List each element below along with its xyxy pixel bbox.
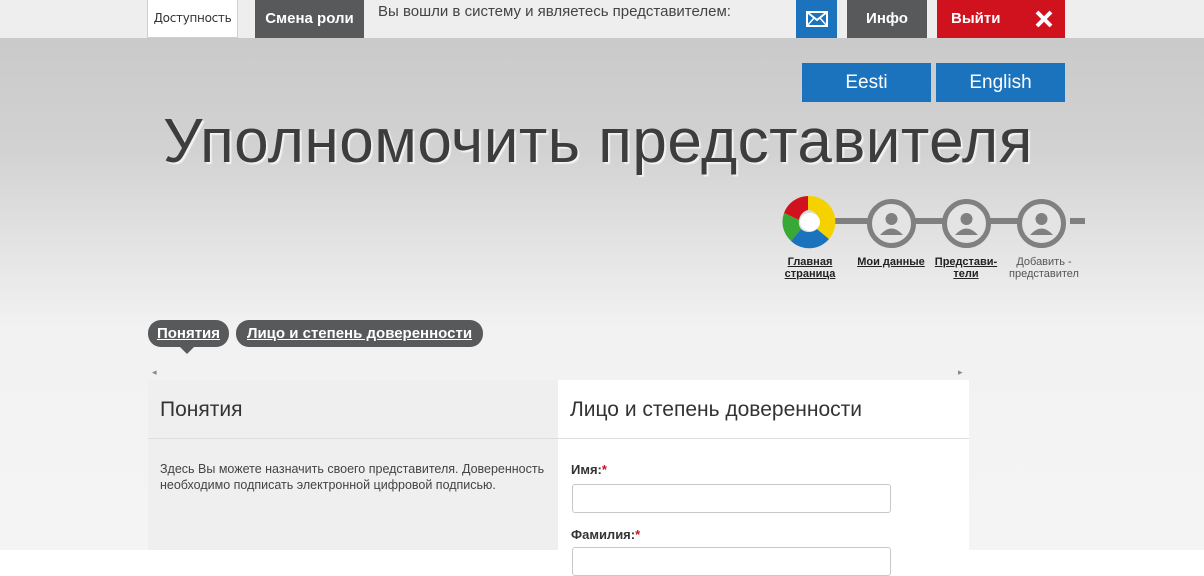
person-authority-title: Лицо и степень доверенности <box>570 398 862 421</box>
login-status-text: Вы вошли в систему и являетесь представи… <box>378 3 731 20</box>
mail-button[interactable] <box>796 0 837 38</box>
envelope-icon <box>805 11 828 27</box>
logout-button[interactable]: Выйти <box>937 0 1065 38</box>
page-title: Уполномочить представителя <box>163 107 1033 176</box>
steps-connector-tail <box>1070 218 1085 224</box>
last-name-label: Фамилия:* <box>571 527 641 542</box>
logout-label: Выйти <box>951 10 1001 27</box>
scroll-right-arrow[interactable]: ▸ <box>958 367 963 378</box>
accessibility-button[interactable]: Доступность <box>147 0 238 38</box>
divider <box>558 438 969 439</box>
info-button[interactable]: Инфо <box>847 0 927 38</box>
first-name-field[interactable] <box>572 484 891 513</box>
scroll-left-arrow[interactable]: ◂ <box>152 367 157 378</box>
last-name-field[interactable] <box>572 547 891 576</box>
person-authority-panel: Лицо и степень доверенности Имя:* Фамили… <box>558 380 969 576</box>
close-icon <box>1035 10 1053 28</box>
home-logo-icon[interactable] <box>779 193 837 251</box>
first-name-label: Имя:* <box>571 462 607 477</box>
step-home-label[interactable]: Главная страница <box>780 256 840 280</box>
concepts-description: Здесь Вы можете назначить своего предста… <box>160 462 545 492</box>
step-my-data-icon[interactable] <box>867 199 916 248</box>
language-eesti-button[interactable]: Eesti <box>802 63 931 102</box>
step-representatives-icon[interactable] <box>942 199 991 248</box>
tab-concepts[interactable]: Понятия <box>148 320 229 347</box>
active-tab-pointer <box>180 347 194 354</box>
top-bar: Доступность Смена роли Вы вошли в систем… <box>0 0 1204 38</box>
step-add-representative-label: Добавить - представител <box>1009 256 1079 280</box>
step-add-representative-icon <box>1017 199 1066 248</box>
change-role-button[interactable]: Смена роли <box>255 0 364 38</box>
concepts-panel: Понятия Здесь Вы можете назначить своего… <box>148 380 558 550</box>
divider <box>148 438 558 439</box>
language-english-button[interactable]: English <box>936 63 1065 102</box>
concepts-title: Понятия <box>160 398 243 421</box>
progress-steps: Главная страница Мои данные Представи-тел… <box>775 188 1085 288</box>
step-representatives-label[interactable]: Представи-тели <box>931 256 1001 280</box>
tab-person-and-authority[interactable]: Лицо и степень доверенности <box>236 320 483 347</box>
step-my-data-label[interactable]: Мои данные <box>853 256 929 268</box>
